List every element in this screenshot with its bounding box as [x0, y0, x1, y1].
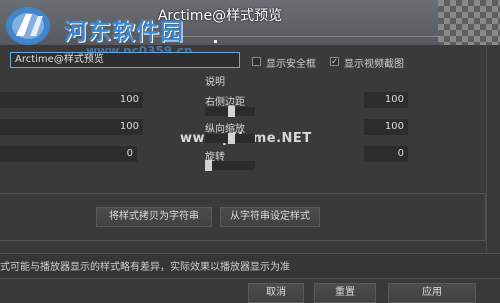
preview-disclaimer-note: 式可能与播放器显示的样式略有差异，实际效果以播放器显示为准: [0, 262, 290, 273]
left-field-1-input[interactable]: 100: [0, 92, 143, 108]
show-safe-frame-label: 显示安全框: [266, 59, 316, 70]
rotation-slider-thumb[interactable]: [205, 160, 212, 171]
vertical-scale-slider-thumb[interactable]: [227, 133, 235, 144]
right-margin-label: 右侧边距: [205, 97, 245, 108]
right-margin-input[interactable]: 100: [364, 92, 408, 108]
left-field-2-input[interactable]: 100: [0, 119, 143, 135]
reset-button[interactable]: 重置: [314, 283, 376, 303]
bottom-separator: [0, 278, 500, 279]
rotation-input[interactable]: 0: [364, 146, 408, 162]
description-label: 说明: [205, 77, 225, 88]
show-safe-frame-checkbox[interactable]: [252, 57, 261, 66]
preview-baseline: [150, 36, 440, 37]
left-field-3-input[interactable]: 0: [0, 146, 137, 162]
right-margin-slider-thumb[interactable]: [227, 106, 235, 117]
show-video-capture-checkbox[interactable]: ✓: [330, 57, 339, 66]
transparency-checkerboard: [438, 0, 500, 45]
apply-button[interactable]: 应用: [388, 283, 476, 303]
vertical-scale-label: 纵向缩放: [205, 124, 245, 135]
copy-style-to-string-button[interactable]: 将样式拷贝为字符串: [96, 207, 212, 227]
watermark-logo-icon: [6, 7, 50, 45]
style-name-input[interactable]: Arctime@样式预览: [10, 52, 240, 68]
rotation-slider[interactable]: [205, 161, 255, 170]
cancel-button[interactable]: 取消: [248, 283, 304, 303]
set-style-from-string-button[interactable]: 从字符串设定样式: [220, 207, 320, 227]
vertical-scale-input[interactable]: 100: [364, 119, 408, 135]
show-video-capture-label: 显示视频截图: [344, 59, 404, 70]
panel-separator: [486, 45, 487, 260]
preview-anchor-dot: [214, 40, 217, 43]
watermark-site-name: 河东软件园: [64, 18, 184, 45]
